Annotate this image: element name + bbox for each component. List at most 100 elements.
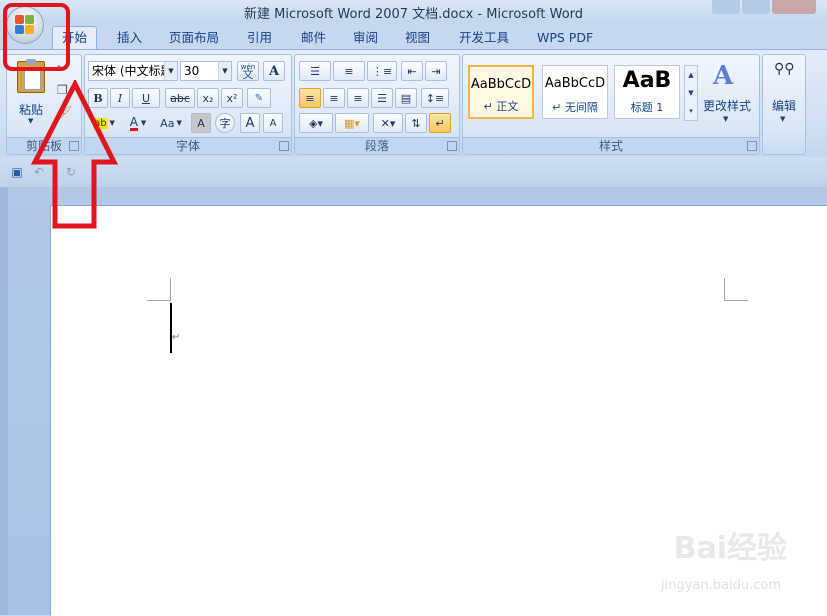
tab-references[interactable]: 引用 — [238, 27, 281, 49]
chinese-layout-icon: ✕▾ — [380, 116, 396, 130]
phonetic-guide-button[interactable]: wén 文 — [237, 61, 259, 81]
change-case-button[interactable]: Aa ▼ — [156, 113, 186, 133]
multilevel-list-icon: ⋮≡ — [371, 64, 393, 78]
numbered-list-icon: ≡ — [344, 64, 354, 78]
editing-group: ⚲⚲ 编辑 ▼ — [762, 54, 806, 155]
window-title: 新建 Microsoft Word 2007 文档.docx - Microso… — [243, 7, 584, 22]
baidu-watermark: Bai经验 — [673, 531, 787, 566]
decrease-indent-button[interactable]: ⇤ — [401, 61, 423, 81]
style-heading-1[interactable]: AaB 标题 1 — [614, 65, 680, 119]
paragraph-group-label: 段落 — [295, 137, 459, 154]
justify-icon: ☰ — [377, 91, 387, 105]
multilevel-list-button[interactable]: ⋮≡ — [367, 61, 397, 81]
chevron-down-icon: ▼ — [164, 62, 177, 80]
clear-formatting-button[interactable]: A — [263, 61, 285, 81]
change-case-icon: Aa — [160, 116, 175, 130]
font-size-combo[interactable]: 30 ▼ — [180, 61, 232, 81]
bullets-button[interactable]: ☰ — [299, 61, 331, 81]
distributed-button[interactable]: ▤ — [395, 88, 417, 108]
grow-font-button[interactable]: A — [240, 113, 260, 133]
margin-mark-top-left-v — [170, 278, 171, 301]
shading-button[interactable]: ◈▾ — [299, 113, 333, 133]
style-normal[interactable]: AaBbCcD ↵ 正文 — [468, 65, 534, 119]
text-effect-icon: ✎ — [254, 92, 264, 104]
change-styles-icon: A — [713, 61, 734, 91]
paragraph-launcher-icon[interactable] — [447, 141, 457, 151]
enclose-characters-button[interactable]: 字 — [215, 113, 235, 133]
quick-access-toolbar: ▣ ↶ ↻ ▾ — [0, 157, 827, 187]
sort-icon: ⇅ — [411, 116, 421, 130]
font-color-icon: A — [129, 114, 138, 131]
phonetic-guide-char: 文 — [242, 68, 254, 81]
line-spacing-button[interactable]: ↕≡ — [421, 88, 449, 108]
document-left-edge — [0, 187, 8, 615]
title-bar: 新建 Microsoft Word 2007 文档.docx - Microso… — [0, 0, 827, 22]
minimize-button[interactable] — [712, 0, 740, 14]
styles-scroll[interactable]: ▲ ▼ ▾ — [684, 65, 698, 121]
strikethrough-button[interactable]: abc — [165, 88, 195, 108]
numbering-button[interactable]: ≡ — [333, 61, 365, 81]
paint-bucket-icon: ◈▾ — [309, 116, 323, 130]
style-no-spacing[interactable]: AaBbCcD ↵ 无间隔 — [542, 65, 608, 119]
align-left-button[interactable]: ≡ — [299, 88, 321, 108]
align-right-button[interactable]: ≡ — [347, 88, 369, 108]
decrease-indent-icon: ⇤ — [407, 64, 417, 78]
underline-button[interactable]: U — [132, 88, 160, 108]
editing-button[interactable]: ⚲⚲ 编辑 ▼ — [763, 57, 805, 147]
superscript-button[interactable]: x² — [221, 88, 243, 108]
chinese-layout-button[interactable]: ✕▾ — [373, 113, 403, 133]
style-heading-1-name: 标题 1 — [630, 101, 664, 114]
annotation-arrow-icon — [30, 80, 119, 229]
change-styles-button[interactable]: A 更改样式 ▼ — [699, 59, 755, 129]
maximize-button[interactable] — [742, 0, 770, 14]
tab-wps-pdf[interactable]: WPS PDF — [528, 27, 602, 49]
increase-indent-button[interactable]: ⇥ — [425, 61, 447, 81]
borders-button[interactable]: ▦▾ — [335, 113, 369, 133]
shrink-font-button[interactable]: A — [263, 113, 283, 133]
subscript-button[interactable]: x₂ — [197, 88, 219, 108]
sort-button[interactable]: ⇅ — [405, 113, 427, 133]
distributed-icon: ▤ — [400, 91, 412, 105]
styles-launcher-icon[interactable] — [747, 141, 757, 151]
chevron-down-icon: ▼ — [780, 115, 786, 123]
save-icon[interactable]: ▣ — [10, 165, 24, 179]
align-center-button[interactable]: ≡ — [323, 88, 345, 108]
text-effect-button[interactable]: ✎ — [247, 88, 271, 108]
tab-page-layout[interactable]: 页面布局 — [160, 27, 228, 49]
tab-developer[interactable]: 开发工具 — [450, 27, 518, 49]
chevron-down-icon: ▼ — [176, 119, 182, 127]
styles-group-label: 样式 — [463, 137, 759, 154]
baidu-watermark-url: jingyan.baidu.com — [661, 578, 781, 593]
style-normal-sample: AaBbCcD — [470, 77, 532, 92]
ribbon: 粘贴 ▼ ✂ ❐ 🖌 剪贴板 宋体 (中文标题 ▼ 30 ▼ wén 文 A B… — [0, 49, 827, 158]
margin-mark-top-left — [147, 300, 171, 301]
align-left-icon: ≡ — [305, 91, 315, 105]
change-styles-label: 更改样式 — [702, 99, 751, 113]
tab-mailings[interactable]: 邮件 — [292, 27, 335, 49]
justify-button[interactable]: ☰ — [371, 88, 393, 108]
margin-mark-top-right-v — [724, 278, 725, 301]
style-no-spacing-sample: AaBbCcD — [544, 76, 606, 91]
paragraph-group: ☰ ≡ ⋮≡ ⇤ ⇥ ≡ ≡ ≡ ☰ ▤ ↕≡ ◈▾ ▦▾ ✕▾ ⇅ ↵ 段落 — [294, 54, 460, 155]
font-launcher-icon[interactable] — [279, 141, 289, 151]
styles-group: AaBbCcD ↵ 正文 AaBbCcD ↵ 无间隔 AaB 标题 1 ▲ ▼ ▾ … — [462, 54, 760, 155]
binoculars-icon: ⚲⚲ — [774, 61, 795, 77]
align-right-icon: ≡ — [353, 91, 363, 105]
tab-view[interactable]: 视图 — [396, 27, 439, 49]
close-button[interactable] — [772, 0, 816, 14]
font-color-button[interactable]: A ▼ — [123, 113, 153, 133]
font-name-combo[interactable]: 宋体 (中文标题 ▼ — [88, 61, 178, 81]
increase-indent-icon: ⇥ — [431, 64, 441, 78]
paragraph-mark-icon: ↵ — [172, 332, 181, 343]
tab-insert[interactable]: 插入 — [108, 27, 151, 49]
paragraph-mark-icon: ↵ — [435, 116, 445, 130]
editing-label: 编辑 — [771, 99, 796, 113]
chevron-down-icon: ▼ — [218, 62, 231, 80]
font-name-value: 宋体 (中文标题 — [92, 64, 173, 78]
chevron-down-icon: ▼ — [723, 115, 729, 123]
character-shading-button[interactable]: A — [191, 113, 211, 133]
style-no-spacing-name: ↵ 无间隔 — [552, 101, 598, 114]
show-marks-button[interactable]: ↵ — [429, 113, 451, 133]
font-size-value: 30 — [184, 64, 200, 78]
tab-review[interactable]: 审阅 — [344, 27, 387, 49]
